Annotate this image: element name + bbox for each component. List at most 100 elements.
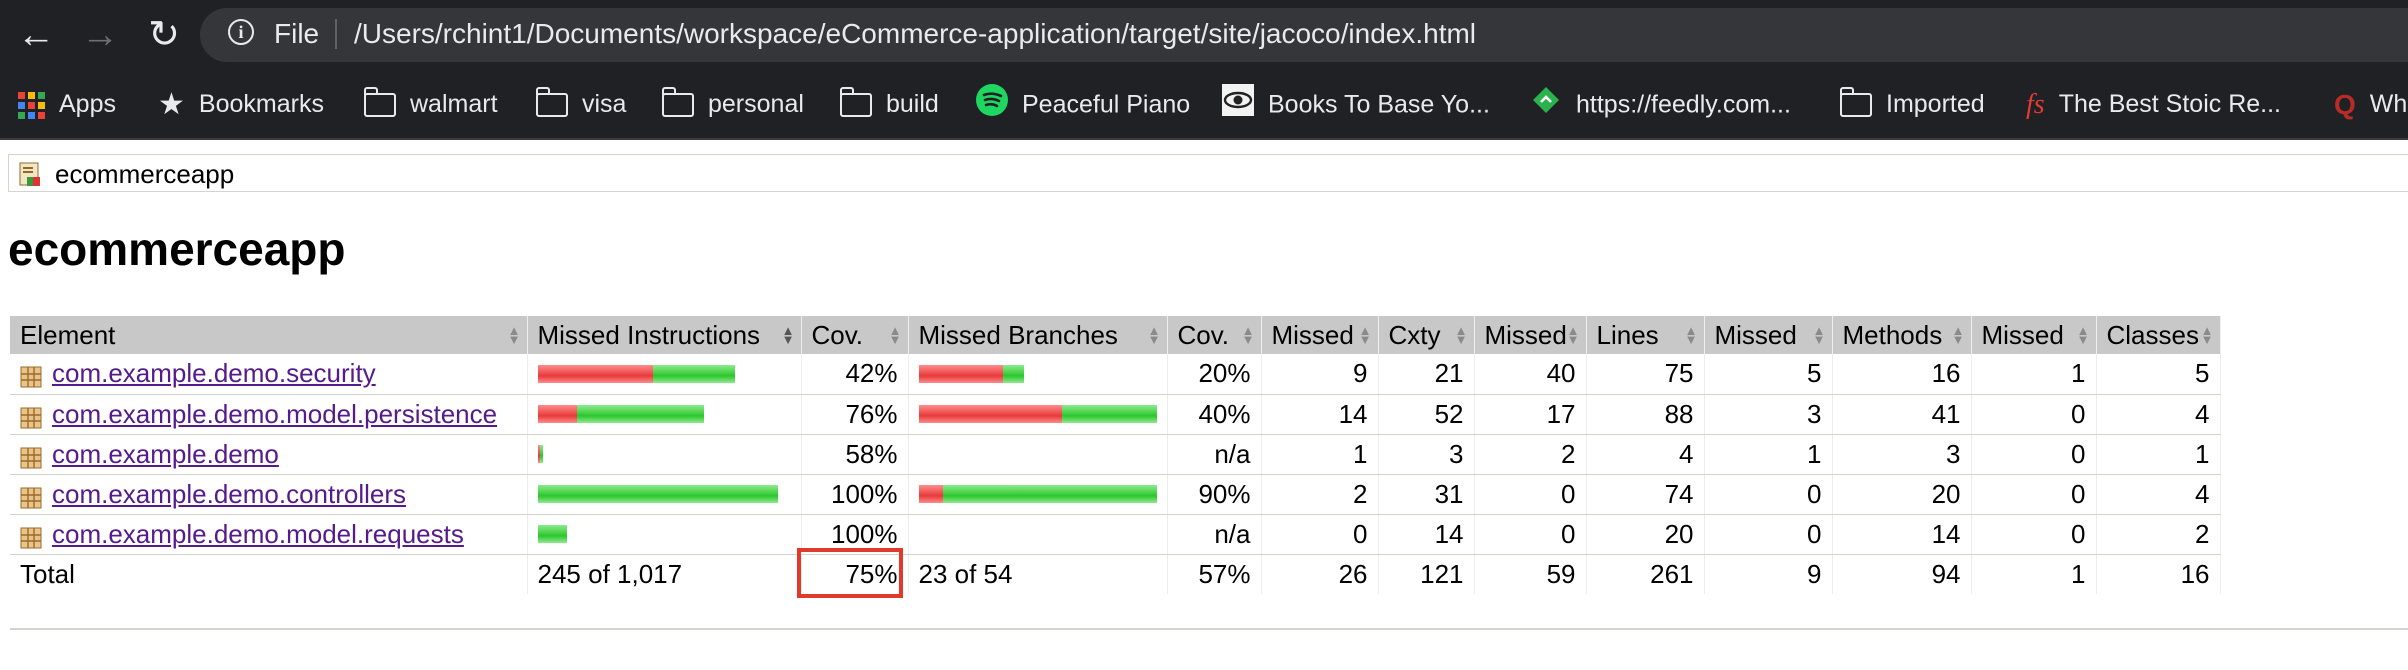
header-branches-cov[interactable]: Cov. ▲ ▼: [1167, 316, 1262, 354]
bookmark-stoic[interactable]: fs The Best Stoic Re...: [2026, 84, 2281, 124]
element-cell: com.example.demo.controllers: [10, 474, 528, 515]
coverage-bar: [537, 445, 791, 463]
bookmark-label: personal: [708, 90, 804, 118]
reload-icon[interactable]: ↻: [140, 11, 188, 59]
folder-icon: [535, 87, 568, 118]
cxty-cell: 14: [1378, 514, 1475, 555]
header-cxty[interactable]: Cxty ▲ ▼: [1378, 316, 1475, 354]
bookmark-bookmarks[interactable]: ★ Bookmarks: [158, 84, 324, 124]
header-label: Missed Instructions: [537, 319, 761, 350]
sort-icon: ▲ ▼: [1454, 323, 1468, 347]
total-row: Total 245 of 1,017 75% 23 of 54 57% 26 1…: [10, 554, 2221, 594]
sort-icon: ▲ ▼: [1358, 323, 1372, 347]
missed-lines-cell: 2: [1474, 434, 1587, 475]
package-link[interactable]: com.example.demo.security: [52, 358, 376, 388]
breadcrumb-label: ecommerceapp: [55, 159, 235, 189]
sort-icon: ▲ ▼: [2200, 323, 2214, 347]
cxty-cell: 31: [1378, 474, 1475, 515]
bookmark-build[interactable]: build: [839, 84, 939, 124]
header-missed-classes[interactable]: Missed ▲ ▼: [1971, 316, 2097, 354]
info-icon[interactable]: i: [228, 19, 254, 45]
missed-branches-bar-cell: [908, 434, 1168, 475]
bookmark-personal[interactable]: personal: [661, 84, 804, 124]
header-label: Lines: [1596, 319, 1659, 350]
page-title: ecommerceapp: [8, 223, 346, 275]
instructions-cov: 100%: [801, 474, 909, 515]
lines-cell: 74: [1586, 474, 1705, 515]
instructions-cov: 42%: [801, 354, 909, 395]
header-missed-lines[interactable]: Missed ▲ ▼: [1474, 316, 1587, 354]
header-lines[interactable]: Lines ▲ ▼: [1586, 316, 1705, 354]
branches-cov: n/a: [1167, 434, 1262, 475]
header-element[interactable]: Element ▲ ▼: [10, 316, 528, 354]
element-cell: com.example.demo.model.persistence: [10, 394, 528, 435]
missed-branches-bar-cell: [908, 394, 1168, 435]
missed-methods-cell: 5: [1704, 354, 1833, 395]
total-lines: 261: [1586, 554, 1705, 594]
header-missed-instructions[interactable]: Missed Instructions ▲ ▼: [527, 316, 802, 354]
back-arrow-icon[interactable]: ←: [12, 11, 60, 59]
spotify-icon: [976, 84, 1008, 128]
bookmark-feedly[interactable]: https://feedly.com...: [1530, 84, 1791, 124]
bookmark-apps[interactable]: Apps: [18, 84, 116, 124]
report-icon: [19, 162, 41, 186]
missed-segment: [918, 485, 943, 503]
package-link[interactable]: com.example.demo.model.requests: [52, 519, 464, 549]
missed-cxty-cell: 1: [1261, 434, 1379, 475]
package-icon: [20, 445, 42, 469]
sort-icon: ▲ ▼: [1147, 323, 1161, 347]
branches-cov: 40%: [1167, 394, 1262, 435]
covered-segment: [1002, 364, 1024, 383]
branches-cov: n/a: [1167, 514, 1262, 555]
covered-segment: [537, 525, 567, 543]
missed-methods-cell: 0: [1704, 474, 1833, 515]
header-methods[interactable]: Methods ▲ ▼: [1832, 316, 1972, 354]
header-instructions-cov[interactable]: Cov. ▲ ▼: [801, 316, 909, 354]
header-missed-methods[interactable]: Missed ▲ ▼: [1704, 316, 1833, 354]
header-classes[interactable]: Classes ▲ ▼: [2096, 316, 2221, 354]
bookmark-walmart[interactable]: walmart: [363, 84, 498, 124]
bookmark-label: Books To Base Yo...: [1268, 90, 1490, 119]
bookmark-label: Bookmarks: [198, 90, 324, 118]
bookmark-quora[interactable]: Q Wh: [2334, 84, 2407, 124]
bookmark-visa[interactable]: visa: [535, 84, 627, 124]
folder-icon: [363, 87, 396, 118]
coverage-bar: [537, 364, 791, 383]
bookmark-label: visa: [582, 90, 627, 118]
missed-instructions-bar-cell: [527, 474, 802, 515]
bookmark-peaceful-piano[interactable]: Peaceful Piano: [976, 84, 1190, 124]
missed-classes-cell: 0: [1971, 434, 2097, 475]
total-missed-methods: 9: [1704, 554, 1833, 594]
folder-icon: [1839, 87, 1872, 118]
sort-icon: ▲ ▼: [888, 323, 902, 347]
header-missed-branches[interactable]: Missed Branches ▲ ▼: [908, 316, 1168, 354]
url-text[interactable]: /Users/rchint1/Documents/workspace/eComm…: [354, 17, 1476, 51]
header-missed-cxty[interactable]: Missed ▲ ▼: [1261, 316, 1379, 354]
coverage-bar: [918, 405, 1157, 423]
missed-instructions-bar-cell: [527, 354, 802, 395]
package-link[interactable]: com.example.demo.controllers: [52, 479, 406, 509]
header-label: Missed: [1484, 319, 1567, 350]
footer-divider: [10, 628, 2408, 630]
bookmark-books[interactable]: Books To Base Yo...: [1222, 84, 1490, 124]
table-row: com.example.demo.controllers 100% 90% 2 31 0 7…: [10, 474, 2221, 515]
coverage-bar: [537, 485, 791, 503]
bookmark-imported[interactable]: Imported: [1839, 84, 1985, 124]
total-classes: 16: [2096, 554, 2221, 594]
bookmark-label: Apps: [59, 90, 116, 118]
total-instructions: 245 of 1,017: [527, 554, 802, 594]
total-missed-classes: 1: [1971, 554, 2097, 594]
coverage-bar: [537, 525, 791, 543]
forward-arrow-icon[interactable]: →: [76, 11, 124, 59]
package-link[interactable]: com.example.demo: [52, 439, 279, 469]
missed-lines-cell: 17: [1474, 394, 1587, 435]
breadcrumb: ecommerceapp: [8, 154, 2408, 192]
package-link[interactable]: com.example.demo.model.persistence: [52, 399, 497, 429]
eye-icon: [1222, 84, 1254, 128]
missed-methods-cell: 1: [1704, 434, 1833, 475]
element-cell: com.example.demo: [10, 434, 528, 475]
missed-segment: [918, 364, 1003, 383]
methods-cell: 14: [1832, 514, 1972, 555]
sort-icon: ▲ ▼: [781, 323, 795, 347]
sort-icon: ▲ ▼: [1241, 323, 1255, 347]
